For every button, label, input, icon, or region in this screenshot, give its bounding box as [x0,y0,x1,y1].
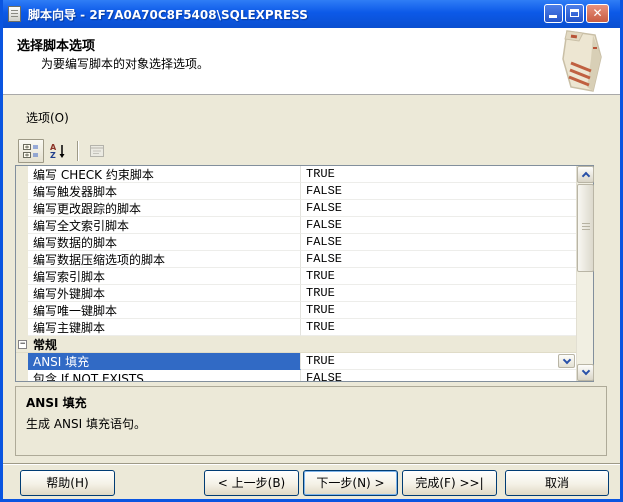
category-label: 常规 [33,336,57,353]
option-name: 编写全文索引脚本 [28,217,301,234]
grid-row[interactable]: 编写外键脚本 TRUE [16,285,576,302]
footer-separator [0,463,623,465]
script-wizard-dialog: 脚本向导 - 2F7A0A70C8F5408\SQLEXPRESS ✕ 选择脚本… [0,0,623,502]
option-name: 编写唯一键脚本 [28,302,301,319]
wizard-scroll-art [549,29,613,93]
option-value: FALSE [301,183,576,200]
grid-row[interactable]: 编写更改跟踪的脚本 FALSE [16,200,576,217]
option-value: FALSE [301,251,576,268]
option-value: FALSE [301,217,576,234]
svg-text:Z: Z [50,151,56,159]
back-button[interactable]: < 上一步(B) [204,470,299,496]
close-icon: ✕ [592,6,602,20]
chevron-up-icon [581,172,589,180]
grid-row[interactable]: 编写触发器脚本 FALSE [16,183,576,200]
toolbar-separator [77,141,79,161]
grid-rows-viewport: 编写 CHECK 约束脚本 TRUE 编写触发器脚本 FALSE 编写更改跟踪的… [16,166,576,381]
minimize-icon [549,15,557,18]
options-label: 选项(O) [26,109,69,126]
grid-row[interactable]: 编写唯一键脚本 TRUE [16,302,576,319]
categorized-view-button[interactable] [18,139,44,163]
option-value: TRUE [301,285,576,302]
option-name: 编写触发器脚本 [28,183,301,200]
propertygrid-toolbar: A Z [18,138,111,164]
cancel-button[interactable]: 取消 [505,470,609,496]
option-value: TRUE [301,302,576,319]
scroll-down-button[interactable] [577,364,594,381]
description-text: 生成 ANSI 填充语句。 [26,415,596,432]
option-description-panel: ANSI 填充 生成 ANSI 填充语句。 [15,386,607,456]
help-button[interactable]: 帮助(H) [20,470,115,496]
option-name: 编写数据的脚本 [28,234,301,251]
option-name: 编写外键脚本 [28,285,301,302]
grid-row-selected[interactable]: ANSI 填充 TRUE [16,353,576,370]
minimize-button[interactable] [544,4,563,23]
option-name: 编写主键脚本 [28,319,301,336]
option-name: 编写数据压缩选项的脚本 [28,251,301,268]
page-title: 选择脚本选项 [17,35,95,54]
option-value: TRUE [301,353,576,370]
maximize-icon [570,9,579,17]
option-value: FALSE [301,370,576,381]
collapse-icon[interactable]: − [18,340,27,349]
description-title: ANSI 填充 [26,394,596,411]
script-options-grid: 编写 CHECK 约束脚本 TRUE 编写触发器脚本 FALSE 编写更改跟踪的… [15,165,594,382]
option-value: TRUE [301,166,576,183]
scrollbar-thumb[interactable] [577,184,594,272]
wizard-header: 选择脚本选项 为要编写脚本的对象选择选项。 [0,28,623,95]
grid-row[interactable]: 编写全文索引脚本 FALSE [16,217,576,234]
option-value: FALSE [301,200,576,217]
grid-row[interactable]: 包含 If NOT EXISTS FALSE [16,370,576,381]
chevron-down-icon [581,367,589,375]
sort-alphabetical-icon: A Z [50,143,66,159]
chevron-down-icon [562,355,570,363]
grid-row[interactable]: 编写主键脚本 TRUE [16,319,576,336]
value-dropdown-button[interactable] [558,354,575,368]
app-icon [8,6,21,22]
alphabetical-sort-button[interactable]: A Z [45,139,71,163]
property-pages-button [84,139,110,163]
grid-row[interactable]: 编写索引脚本 TRUE [16,268,576,285]
option-name: 编写 CHECK 约束脚本 [28,166,301,183]
grid-row[interactable]: 编写数据压缩选项的脚本 FALSE [16,251,576,268]
option-name: 包含 If NOT EXISTS [28,370,301,381]
page-subtitle: 为要编写脚本的对象选择选项。 [41,55,209,72]
option-value: TRUE [301,268,576,285]
grid-row[interactable]: 编写 CHECK 约束脚本 TRUE [16,166,576,183]
finish-button[interactable]: 完成(F) >>| [402,470,497,496]
option-name: 编写更改跟踪的脚本 [28,200,301,217]
close-button[interactable]: ✕ [586,4,609,23]
next-button[interactable]: 下一步(N) > [303,470,398,496]
maximize-button[interactable] [565,4,584,23]
option-value: FALSE [301,234,576,251]
vertical-scrollbar[interactable] [576,166,593,381]
scroll-up-button[interactable] [577,166,594,183]
property-pages-icon [89,143,105,159]
option-name: 编写索引脚本 [28,268,301,285]
titlebar[interactable]: 脚本向导 - 2F7A0A70C8F5408\SQLEXPRESS ✕ [0,0,623,28]
category-row[interactable]: − 常规 [16,336,576,353]
categorized-icon [23,143,39,159]
option-name: ANSI 填充 [28,353,301,370]
window-title: 脚本向导 - 2F7A0A70C8F5408\SQLEXPRESS [28,6,308,23]
grid-row[interactable]: 编写数据的脚本 FALSE [16,234,576,251]
option-value: TRUE [301,319,576,336]
